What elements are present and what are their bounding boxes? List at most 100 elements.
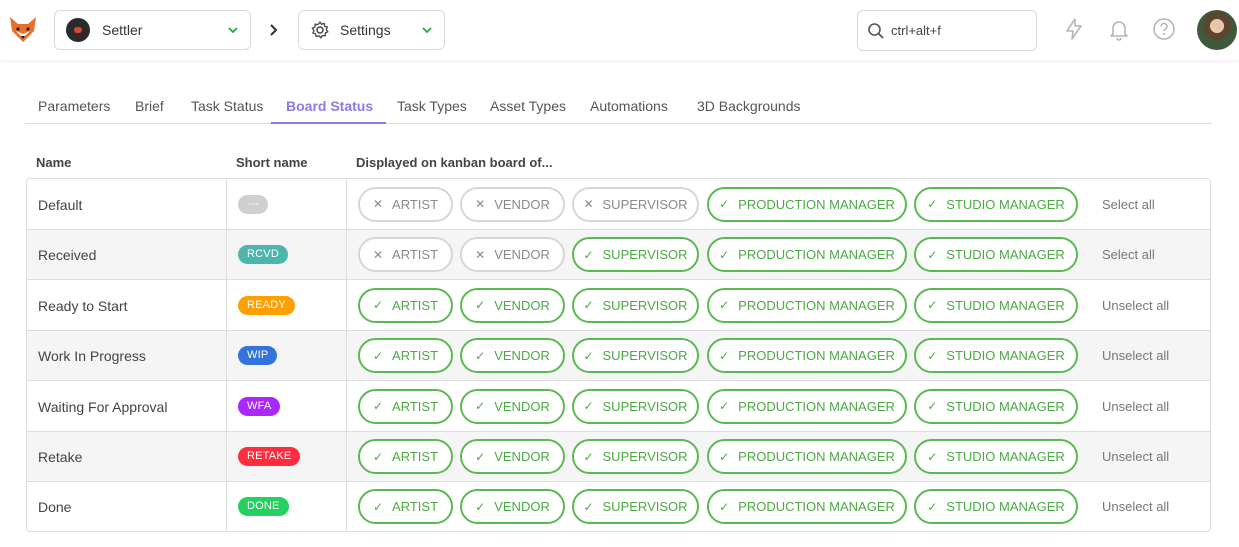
role-toggle-supervisor[interactable]: ✓ SUPERVISOR xyxy=(572,489,699,524)
role-label: STUDIO MANAGER xyxy=(946,348,1065,363)
role-toggle-vendor[interactable]: ✓ VENDOR xyxy=(460,388,565,424)
role-label: STUDIO MANAGER xyxy=(946,196,1065,212)
search-input[interactable] xyxy=(891,23,1031,38)
lightning-icon[interactable] xyxy=(1062,17,1086,41)
role-toggle-artist[interactable]: ✓ ARTIST xyxy=(358,388,453,424)
unselect-all-link[interactable]: Unselect all xyxy=(1102,348,1169,363)
check-icon: ✓ xyxy=(583,499,594,514)
role-toggle-production-manager[interactable]: ✓ PRODUCTION MANAGER xyxy=(707,388,907,424)
role-label: SUPERVISOR xyxy=(602,449,688,464)
table-row: Ready to Start READY ✓ ARTIST ✓ VENDOR ✓ SUPERV… xyxy=(27,280,1210,331)
status-badge: RETAKE xyxy=(238,447,301,466)
role-toggle-supervisor[interactable]: ✓ SUPERVISOR xyxy=(572,287,699,323)
role-toggle-vendor[interactable]: ✓ VENDOR xyxy=(460,338,565,373)
role-toggle-studio-manager[interactable]: ✓ STUDIO MANAGER xyxy=(914,237,1078,272)
column-divider xyxy=(226,179,227,229)
role-toggle-vendor[interactable]: ✕ VENDOR xyxy=(460,237,565,272)
role-toggle-supervisor[interactable]: ✕ SUPERVISOR xyxy=(572,186,699,222)
production-selector[interactable]: Settler xyxy=(54,10,251,50)
table-row: Retake RETAKE ✓ ARTIST ✓ VENDOR ✓ SUPERVISOR ✓ PR… xyxy=(27,432,1210,482)
status-name: Retake xyxy=(38,449,83,465)
role-label: PRODUCTION MANAGER xyxy=(738,449,895,464)
tab-automations[interactable]: Automations xyxy=(590,89,668,124)
role-toggle-production-manager[interactable]: ✓ PRODUCTION MANAGER xyxy=(707,489,907,524)
check-icon: ✓ xyxy=(372,348,384,363)
tab-asset-types[interactable]: Asset Types xyxy=(490,89,566,124)
unselect-all-link[interactable]: Unselect all xyxy=(1102,499,1169,514)
role-toggle-artist[interactable]: ✓ ARTIST xyxy=(358,439,453,474)
top-bar: Settler Settings xyxy=(0,0,1239,60)
select-all-link[interactable]: Select all xyxy=(1102,197,1155,212)
search-icon xyxy=(868,22,884,39)
role-toggle-studio-manager[interactable]: ✓ STUDIO MANAGER xyxy=(914,439,1078,474)
role-toggle-production-manager[interactable]: ✓ PRODUCTION MANAGER xyxy=(707,237,907,272)
role-toggle-studio-manager[interactable]: ✓ STUDIO MANAGER xyxy=(914,489,1078,524)
cross-icon: ✕ xyxy=(372,247,384,262)
status-badge: WIP xyxy=(238,346,278,365)
role-toggle-vendor[interactable]: ✓ VENDOR xyxy=(460,489,565,524)
column-divider xyxy=(346,331,347,380)
role-toggle-supervisor[interactable]: ✓ SUPERVISOR xyxy=(572,439,699,474)
tab-brief[interactable]: Brief xyxy=(135,89,164,124)
column-divider xyxy=(346,280,347,330)
role-toggle-studio-manager[interactable]: ✓ STUDIO MANAGER xyxy=(914,338,1078,373)
role-toggle-artist[interactable]: ✓ ARTIST xyxy=(358,287,453,323)
role-toggle-studio-manager[interactable]: ✓ STUDIO MANAGER xyxy=(914,186,1078,222)
role-toggle-vendor[interactable]: ✓ VENDOR xyxy=(460,287,565,323)
tab-parameters[interactable]: Parameters xyxy=(38,89,110,124)
role-toggle-artist[interactable]: ✓ ARTIST xyxy=(358,489,453,524)
role-toggle-supervisor[interactable]: ✓ SUPERVISOR xyxy=(572,338,699,373)
section-selector[interactable]: Settings xyxy=(298,10,445,50)
unselect-all-link[interactable]: Unselect all xyxy=(1102,449,1169,464)
role-toggle-production-manager[interactable]: ✓ PRODUCTION MANAGER xyxy=(707,338,907,373)
chevron-right-icon xyxy=(270,24,278,36)
global-search[interactable] xyxy=(857,10,1037,51)
bell-icon[interactable] xyxy=(1107,17,1131,41)
role-toggle-studio-manager[interactable]: ✓ STUDIO MANAGER xyxy=(914,388,1078,424)
status-name: Received xyxy=(38,247,97,263)
tab-3d-backgrounds[interactable]: 3D Backgrounds xyxy=(697,89,801,124)
role-toggle-production-manager[interactable]: ✓ PRODUCTION MANAGER xyxy=(707,186,907,222)
unselect-all-link[interactable]: Unselect all xyxy=(1102,399,1169,414)
check-icon: ✓ xyxy=(719,197,730,211)
role-toggle-production-manager[interactable]: ✓ PRODUCTION MANAGER xyxy=(707,439,907,474)
select-all-link[interactable]: Select all xyxy=(1102,247,1155,262)
role-toggle-production-manager[interactable]: ✓ PRODUCTION MANAGER xyxy=(707,287,907,323)
table-row: Work In Progress WIP ✓ ARTIST ✓ VENDOR ✓ SUPERV… xyxy=(27,331,1210,381)
chevron-down-icon xyxy=(422,27,432,34)
role-toggle-artist[interactable]: ✕ ARTIST xyxy=(358,186,453,222)
role-toggle-artist[interactable]: ✓ ARTIST xyxy=(358,338,453,373)
role-label: STUDIO MANAGER xyxy=(946,449,1065,464)
role-label: ARTIST xyxy=(392,499,439,514)
tab-task-types[interactable]: Task Types xyxy=(397,89,467,124)
cross-icon: ✕ xyxy=(475,247,486,262)
tab-board-status[interactable]: Board Status xyxy=(271,89,387,124)
check-icon: ✓ xyxy=(719,348,730,363)
role-toggle-supervisor[interactable]: ✓ SUPERVISOR xyxy=(572,237,699,272)
help-icon[interactable] xyxy=(1152,17,1176,41)
role-label: SUPERVISOR xyxy=(602,398,688,414)
check-icon: ✓ xyxy=(583,399,594,413)
production-name: Settler xyxy=(102,22,143,38)
status-badge: DONE xyxy=(238,497,289,516)
tab-task-status[interactable]: Task Status xyxy=(191,89,263,124)
role-toggle-studio-manager[interactable]: ✓ STUDIO MANAGER xyxy=(914,287,1078,323)
column-divider xyxy=(226,482,227,531)
role-toggle-artist[interactable]: ✕ ARTIST xyxy=(358,237,453,272)
column-divider xyxy=(226,381,227,431)
user-avatar[interactable] xyxy=(1197,10,1237,50)
role-toggle-vendor[interactable]: ✕ VENDOR xyxy=(460,186,565,222)
status-name: Done xyxy=(38,499,72,515)
unselect-all-link[interactable]: Unselect all xyxy=(1102,298,1169,313)
column-divider xyxy=(346,432,347,481)
role-toggle-supervisor[interactable]: ✓ SUPERVISOR xyxy=(572,388,699,424)
check-icon: ✓ xyxy=(475,399,486,413)
status-badge: RCVD xyxy=(238,245,288,264)
gear-icon xyxy=(311,21,329,39)
check-icon: ✓ xyxy=(372,499,384,514)
status-badge: WFA xyxy=(238,396,281,416)
column-header-name: Name xyxy=(36,155,72,170)
role-toggle-vendor[interactable]: ✓ VENDOR xyxy=(460,439,565,474)
kitsu-fox-logo[interactable] xyxy=(8,14,38,44)
table-row: Received RCVD ✕ ARTIST ✕ VENDOR ✓ SUPERVISOR ✓ PR… xyxy=(27,230,1210,280)
